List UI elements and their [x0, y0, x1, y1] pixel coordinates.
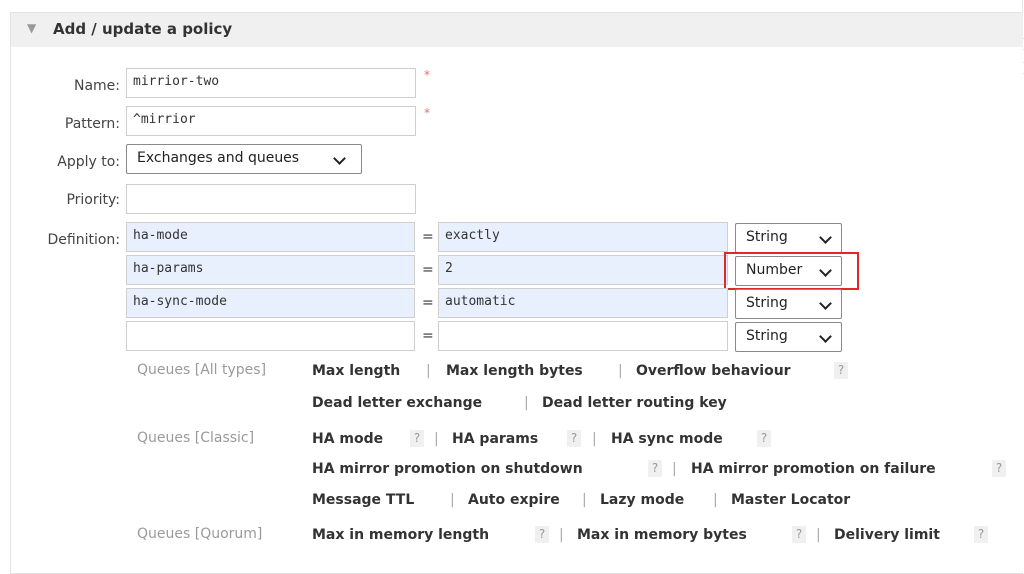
link-ha-params[interactable]: HA params	[452, 431, 538, 447]
link-ha-mode[interactable]: HA mode	[312, 431, 383, 447]
help-icon[interactable]: ?	[834, 362, 848, 379]
link-max-in-memory-length[interactable]: Max in memory length	[312, 527, 489, 543]
definition-key-input[interactable]	[126, 321, 415, 351]
chevron-down-icon	[819, 231, 832, 244]
link-max-length-bytes[interactable]: Max length bytes	[446, 363, 583, 379]
separator: |	[672, 461, 677, 477]
definition-value-input[interactable]	[438, 321, 728, 351]
help-icon[interactable]: ?	[974, 526, 988, 543]
required-asterisk: *	[424, 106, 430, 120]
separator: |	[582, 492, 587, 508]
link-lazy-mode[interactable]: Lazy mode	[600, 492, 684, 508]
separator: |	[434, 431, 439, 447]
panel-header[interactable]: ▼ Add / update a policy	[11, 13, 1023, 47]
definition-key-input[interactable]: ha-mode	[126, 222, 415, 252]
separator: |	[713, 492, 718, 508]
chevron-down-icon	[333, 152, 346, 165]
equals-sign: =	[422, 229, 434, 245]
group-label-classic: Queues [Classic]	[137, 430, 255, 446]
definition-type-value: String	[746, 328, 788, 344]
definition-type-select[interactable]: String	[735, 289, 842, 319]
definition-value-input[interactable]: automatic	[438, 288, 728, 318]
link-ha-promotion-failure[interactable]: HA mirror promotion on failure	[691, 461, 936, 477]
link-overflow-behaviour[interactable]: Overflow behaviour	[636, 363, 791, 379]
help-icon[interactable]: ?	[757, 430, 771, 447]
separator: |	[426, 363, 431, 379]
link-dead-letter-routing-key[interactable]: Dead letter routing key	[542, 395, 727, 411]
name-label: Name:	[73, 78, 120, 94]
definition-key-input[interactable]: ha-sync-mode	[126, 288, 415, 318]
link-max-length[interactable]: Max length	[312, 363, 400, 379]
help-icon[interactable]: ?	[567, 430, 581, 447]
highlight-box	[724, 252, 859, 290]
equals-sign: =	[422, 295, 434, 311]
apply-to-select[interactable]: Exchanges and queues	[126, 144, 362, 174]
apply-to-value: Exchanges and queues	[137, 150, 300, 166]
separator: |	[524, 395, 529, 411]
panel-title: Add / update a policy	[53, 20, 233, 38]
link-ha-promotion-shutdown[interactable]: HA mirror promotion on shutdown	[312, 461, 583, 477]
definition-value-input[interactable]: 2	[438, 255, 728, 285]
name-input[interactable]: mirrior-two	[126, 68, 416, 98]
equals-sign: =	[422, 262, 434, 278]
priority-label: Priority:	[66, 192, 120, 208]
separator: |	[592, 431, 597, 447]
definition-key-input[interactable]: ha-params	[126, 255, 415, 285]
pattern-input[interactable]: ^mirrior	[126, 106, 416, 136]
equals-sign: =	[422, 328, 434, 344]
required-asterisk: *	[424, 68, 430, 82]
definition-type-value: String	[746, 295, 788, 311]
link-master-locator[interactable]: Master Locator	[731, 492, 850, 508]
help-icon[interactable]: ?	[535, 526, 549, 543]
definition-label: Definition:	[47, 232, 120, 248]
pattern-label: Pattern:	[64, 116, 120, 132]
help-icon[interactable]: ?	[410, 430, 424, 447]
separator: |	[450, 492, 455, 508]
help-icon[interactable]: ?	[992, 460, 1006, 477]
definition-value-input[interactable]: exactly	[438, 222, 728, 252]
link-dead-letter-exchange[interactable]: Dead letter exchange	[312, 395, 482, 411]
chevron-down-icon	[819, 330, 832, 343]
priority-input[interactable]	[126, 184, 416, 214]
group-label-all-types: Queues [All types]	[137, 362, 267, 378]
apply-to-label: Apply to:	[57, 154, 120, 170]
definition-type-value: String	[746, 229, 788, 245]
separator: |	[816, 527, 821, 543]
link-delivery-limit[interactable]: Delivery limit	[834, 527, 940, 543]
help-icon[interactable]: ?	[792, 526, 806, 543]
separator: |	[618, 363, 623, 379]
chevron-down-icon	[819, 297, 832, 310]
separator: |	[559, 527, 564, 543]
link-max-in-memory-bytes[interactable]: Max in memory bytes	[577, 527, 747, 543]
link-auto-expire[interactable]: Auto expire	[468, 492, 560, 508]
help-icon[interactable]: ?	[648, 460, 662, 477]
link-ha-sync-mode[interactable]: HA sync mode	[611, 431, 723, 447]
group-label-quorum: Queues [Quorum]	[137, 526, 263, 542]
definition-type-select[interactable]: String	[735, 322, 842, 352]
definition-type-select[interactable]: String	[735, 223, 842, 253]
link-message-ttl[interactable]: Message TTL	[312, 492, 414, 508]
collapse-caret-icon[interactable]: ▼	[27, 21, 36, 35]
